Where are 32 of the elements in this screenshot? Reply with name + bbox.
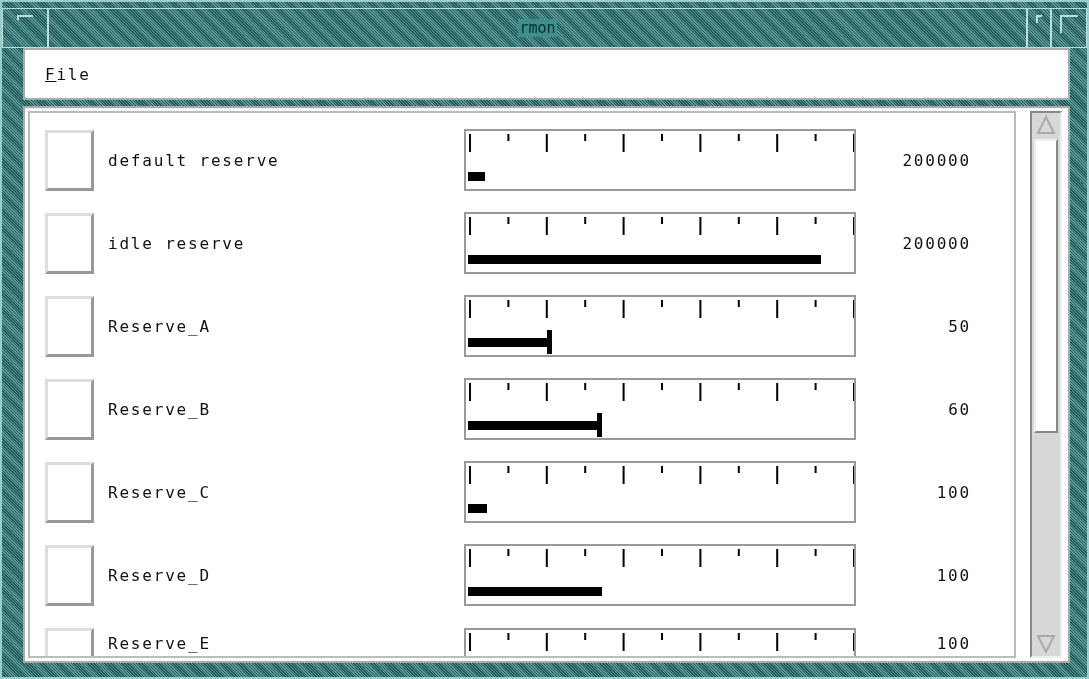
scroll-thumb[interactable] — [1034, 139, 1058, 433]
scroll-up-icon[interactable] — [1036, 115, 1056, 135]
file-menu[interactable]: File — [45, 64, 91, 84]
reserve-name: Reserve_D — [108, 565, 212, 585]
scroll-down-icon[interactable] — [1036, 634, 1056, 654]
reserve-value: 100 — [935, 565, 971, 585]
reserve-name: default reserve — [108, 150, 281, 170]
minimize-button[interactable] — [1027, 8, 1051, 48]
reserve-value: 100 — [935, 482, 971, 502]
toggle-button[interactable] — [45, 129, 94, 191]
reserve-name: Reserve_E — [108, 634, 212, 653]
reserve-name: Reserve_A — [108, 316, 212, 336]
toggle-button[interactable] — [45, 461, 94, 523]
vertical-scrollbar[interactable] — [1030, 111, 1062, 658]
toggle-button[interactable] — [45, 295, 94, 357]
toggle-button[interactable] — [45, 544, 94, 606]
maximize-icon — [1060, 15, 1078, 33]
toggle-button[interactable] — [45, 378, 94, 440]
reserve-name: Reserve_C — [108, 482, 212, 502]
window-menu-button[interactable] — [2, 8, 48, 48]
reserve-value: 200000 — [901, 233, 971, 253]
window-menu-icon — [17, 15, 33, 21]
window-title: rmon — [518, 19, 557, 37]
reserve-name: idle reserve — [108, 233, 247, 253]
reserve-value: 200000 — [901, 150, 971, 170]
reserve-value: 100 — [935, 634, 971, 653]
maximize-button[interactable] — [1051, 8, 1087, 48]
minimize-icon — [1036, 15, 1042, 23]
toggle-button[interactable] — [45, 212, 94, 274]
reserve-value: 60 — [947, 399, 971, 419]
reserve-value: 50 — [947, 316, 971, 336]
reserve-name: Reserve_B — [108, 399, 212, 419]
